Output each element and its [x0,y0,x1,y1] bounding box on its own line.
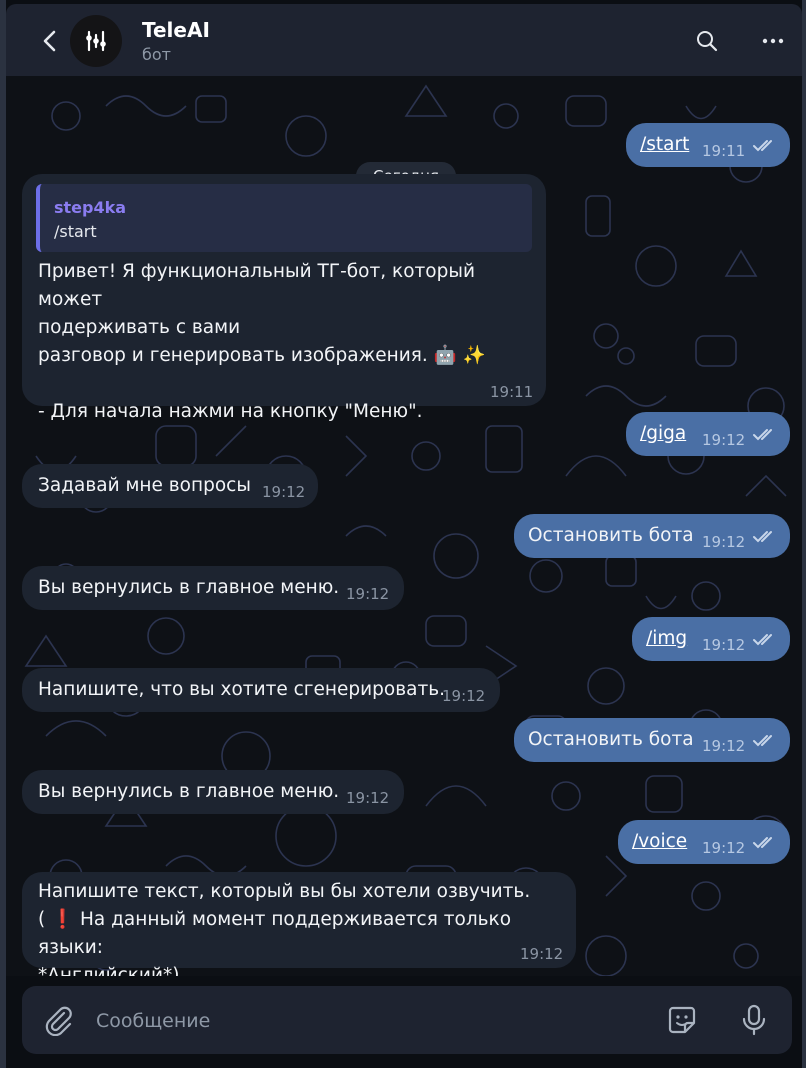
chevron-left-icon [43,30,56,52]
message-time: 19:12 [346,789,390,807]
message-line: Привет! Я функциональный ТГ-бот, который… [38,261,475,310]
message-outgoing[interactable]: /giga 19:12 [626,412,790,456]
reply-text: /start [54,222,97,241]
teleai-logo-icon [86,30,106,52]
message-text: Напишите текст, который вы бы хотели озв… [38,878,568,976]
message-line: Напишите текст, который вы бы хотели озв… [38,881,531,902]
message-time: 19:12 [702,839,746,857]
message-time: 19:11 [490,383,534,401]
message-time: 19:12 [346,585,390,603]
double-check-icon [753,531,772,543]
more-button[interactable] [758,26,788,56]
message-incoming[interactable]: Напишите, что вы хотите сгенерировать. 1… [22,668,500,712]
double-check-icon [753,429,772,441]
message-text: Задавай мне вопросы [38,475,251,496]
sticker-button[interactable] [664,1002,700,1038]
message-line: разговор и генерировать изображения. 🤖 ✨ [38,345,486,366]
command-link[interactable]: /voice [632,828,687,856]
message-list[interactable]: Сегодня /start 19:11 step4ka /start Прив… [6,76,802,976]
message-text: Привет! Я функциональный ТГ-бот, который… [38,258,538,426]
message-time: 19:11 [702,142,746,160]
message-time: 19:12 [262,483,306,501]
message-text: Вы вернулись в главное меню. [38,781,340,802]
more-dots-icon [762,38,784,44]
telegram-window: TeleAI бот /start 19:11 step4ka /start П… [0,0,806,1068]
double-check-icon [753,634,772,646]
back-button[interactable] [34,26,64,56]
message-outgoing[interactable]: /img 19:12 [632,617,790,661]
message-incoming[interactable]: Задавай мне вопросы 19:12 [22,464,318,508]
message-line: подерживать с вами [38,317,241,338]
message-input[interactable] [94,1000,658,1042]
double-check-icon [753,837,772,849]
double-check-icon [753,140,772,152]
message-outgoing[interactable]: /voice 19:12 [618,820,790,864]
message-outgoing[interactable]: /start 19:11 [626,123,790,167]
message-time: 19:12 [702,636,746,654]
command-link[interactable]: /img [646,625,687,653]
voice-record-button[interactable] [736,1002,772,1038]
message-incoming[interactable]: Вы вернулись в главное меню. 19:12 [22,770,404,814]
chat-subtitle: бот [142,45,171,64]
message-text: Вы вернулись в главное меню. [38,577,340,598]
chat-header: TeleAI бот [6,4,802,76]
message-outgoing[interactable]: Остановить бота 19:12 [514,514,790,558]
message-incoming[interactable]: Вы вернулись в главное меню. 19:12 [22,566,404,610]
microphone-icon [742,1004,766,1036]
message-incoming[interactable]: step4ka /start Привет! Я функциональный … [22,174,546,422]
window-border-right [802,0,806,1068]
paperclip-icon [45,1006,72,1036]
message-outgoing[interactable]: Остановить бота 19:12 [514,718,790,762]
message-text: Напишите, что вы хотите сгенерировать. [38,679,446,700]
command-link[interactable]: /giga [640,420,686,448]
message-incoming[interactable]: Напишите текст, который вы бы хотели озв… [22,872,576,976]
attach-button[interactable] [40,1002,76,1038]
message-time: 19:12 [442,687,486,705]
message-time: 19:12 [520,945,564,963]
reply-quote[interactable]: step4ka /start [36,184,532,252]
message-text: Остановить бота [528,729,694,750]
chat-title[interactable]: TeleAI [142,18,210,42]
message-composer [22,986,792,1054]
double-check-icon [753,735,772,747]
message-line [38,370,538,398]
bot-avatar[interactable] [70,15,122,67]
message-time: 19:12 [702,431,746,449]
sticker-icon [668,1006,696,1034]
search-icon [697,31,718,52]
command-link[interactable]: /start [640,131,689,159]
message-line: *Английский*) [38,965,180,976]
message-line: - Для начала нажми на кнопку "Меню". [38,401,423,422]
message-text: Остановить бота [528,525,694,546]
search-button[interactable] [692,26,722,56]
message-line: ( ❗ На данный момент поддерживается толь… [38,909,512,958]
message-time: 19:12 [702,533,746,551]
message-time: 19:12 [702,737,746,755]
